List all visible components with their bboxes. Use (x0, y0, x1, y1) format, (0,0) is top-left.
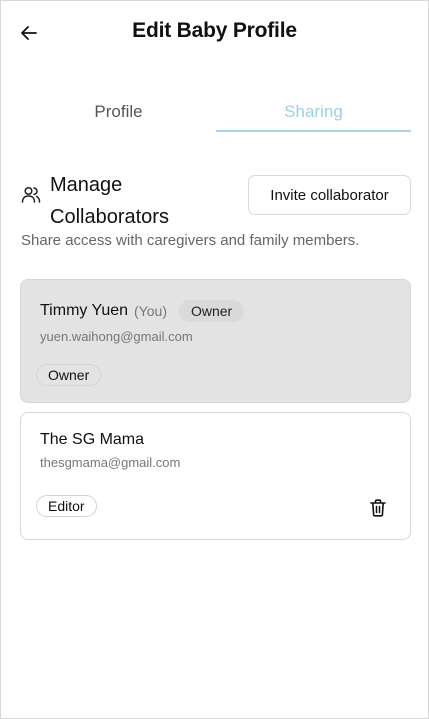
role-badge: Owner (36, 364, 102, 386)
app-screen: Edit Baby Profile Profile Sharing Manage… (0, 0, 429, 719)
role-select[interactable]: Editor (36, 495, 97, 517)
collaborator-card-editor: The SG Mama thesgmama@gmail.com Editor (20, 412, 411, 540)
member-name: The SG Mama (40, 431, 145, 448)
member-email: thesgmama@gmail.com (40, 455, 181, 470)
owner-badge: Owner (178, 300, 245, 322)
tab-profile[interactable]: Profile (21, 97, 216, 135)
invite-collaborator-button[interactable]: Invite collaborator (248, 175, 411, 215)
section-title: Manage Collaborators (50, 174, 169, 228)
trash-icon (370, 499, 386, 517)
remove-collaborator-button[interactable] (368, 497, 388, 519)
header: Edit Baby Profile (1, 1, 428, 65)
name-row: The SG Mama (40, 431, 144, 449)
member-email: yuen.waihong@gmail.com (40, 329, 193, 344)
member-name: Timmy Yuen (40, 302, 129, 319)
tab-sharing[interactable]: Sharing (216, 97, 411, 132)
collaborators-header: Manage Collaborators Invite collaborator (21, 169, 411, 229)
collaborator-card-owner: Timmy Yuen (You) Owner yuen.waihong@gmai… (20, 279, 411, 403)
users-icon (21, 186, 41, 203)
tab-bar: Profile Sharing (21, 97, 411, 135)
section-subtitle: Share access with caregivers and family … (21, 232, 360, 249)
you-tag: (You) (134, 303, 167, 319)
page-title: Edit Baby Profile (132, 19, 297, 42)
name-row: Timmy Yuen (You) Owner (40, 300, 245, 322)
